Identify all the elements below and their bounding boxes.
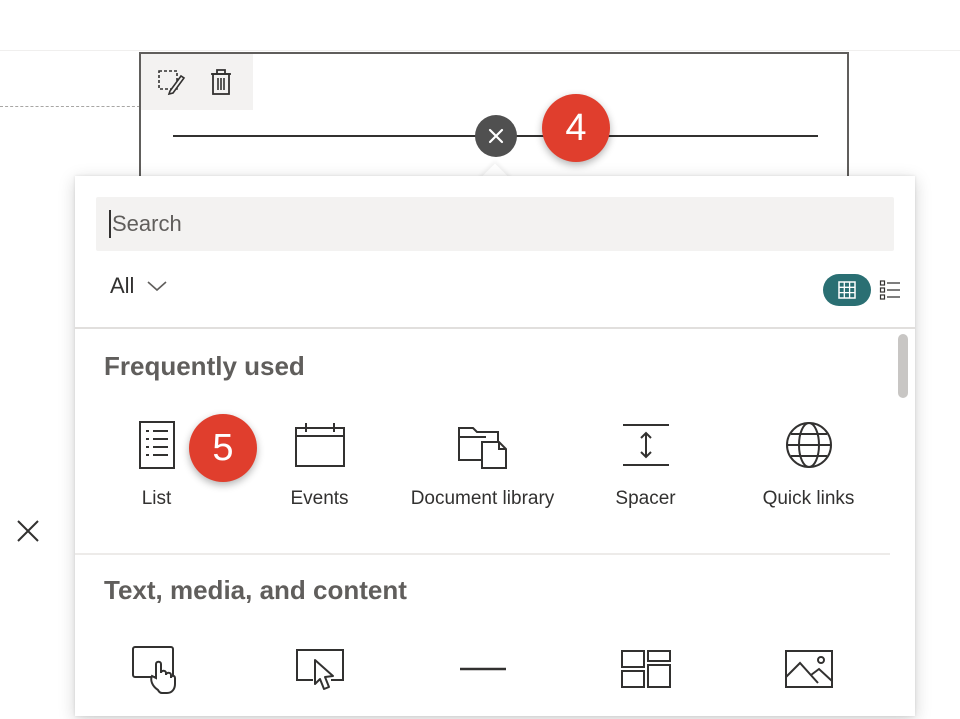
tile-label: Spacer [615,488,676,509]
search-input[interactable] [110,210,894,238]
web-part-divider[interactable] [401,641,564,709]
document-library-icon [457,427,507,469]
close-icon [17,520,39,542]
touch-screen-icon [131,646,176,694]
spacer-icon [622,424,669,466]
tile-label: List [141,488,172,509]
scrollbar-thumb[interactable] [898,334,908,398]
delete-section-button[interactable] [203,64,239,100]
text-caret [109,210,111,238]
section-guide-line [0,106,140,107]
tile-label: Document library [410,488,555,509]
scrollbar[interactable] [896,332,908,712]
web-part-quick-links[interactable]: Quick links [727,417,890,513]
close-toolbox-button[interactable] [475,115,517,157]
edit-section-icon [158,70,186,96]
web-part-list: Frequently used List Events Document lib… [75,329,890,719]
top-bar [0,0,960,51]
close-icon [488,128,504,144]
dismiss-button[interactable] [12,515,44,547]
web-part-layout[interactable] [564,641,727,709]
tile-label: Quick links [762,488,855,509]
web-part-call-to-action[interactable] [238,641,401,709]
step-badge: 5 [189,414,257,482]
globe-icon [785,422,832,468]
presentation-cursor-icon [295,649,344,690]
step-badge: 4 [542,94,610,162]
tile-label: Events [290,488,349,509]
web-part-image[interactable] [727,641,890,709]
web-part-button[interactable] [75,641,238,709]
list-icon [138,421,175,469]
web-part-events[interactable]: Events [238,417,401,513]
edit-section-button[interactable] [153,64,189,100]
section-title-text-media: Text, media, and content [104,575,407,605]
calendar-icon [294,423,345,467]
search-box[interactable] [96,197,894,251]
grid-view-button[interactable] [823,274,871,306]
section-toolbar [141,54,253,110]
section-divider [75,553,890,555]
divider-icon [459,667,506,671]
list-view-icon [879,280,900,300]
section-title-frequently-used: Frequently used [104,351,305,381]
grid-view-icon [838,281,856,299]
layout-icon [620,650,671,688]
view-toggle [823,274,903,306]
web-part-document-library[interactable]: Document library [401,417,564,513]
web-part-spacer[interactable]: Spacer [564,417,727,513]
category-filter-dropdown[interactable]: All [110,273,168,299]
trash-icon [211,69,231,95]
filter-label: All [110,273,135,298]
chevron-down-icon [147,281,167,292]
text-media-row [75,641,890,709]
list-view-button[interactable] [877,277,903,303]
image-icon [784,650,833,688]
